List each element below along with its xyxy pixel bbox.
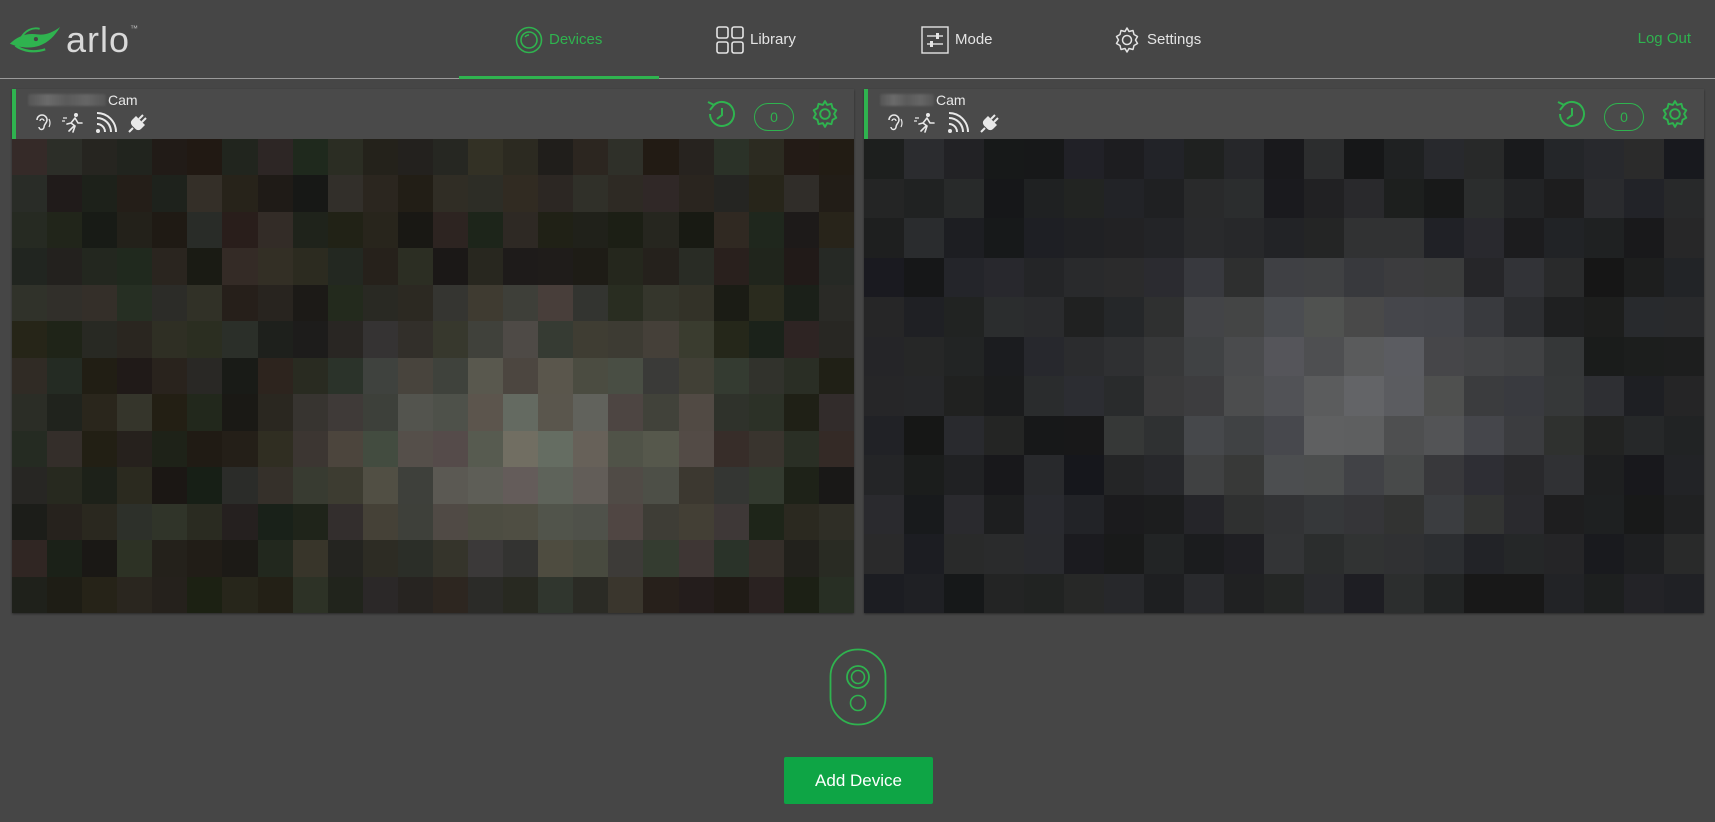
tab-settings[interactable]: Settings [1113,0,1201,79]
camera-card-header: Cam 0 [12,89,854,139]
signal-icon[interactable] [94,111,118,135]
bird-logo-icon [9,26,61,53]
camera-name: Cam [28,92,138,108]
motion-run-icon[interactable] [914,111,938,135]
tab-devices-label: Devices [549,31,603,48]
tab-mode[interactable]: Mode [921,0,993,79]
add-device-button[interactable]: Add Device [784,757,933,804]
camera-feed-pixelated[interactable] [12,139,854,613]
power-plug-icon[interactable] [126,111,150,135]
devices-icon [515,26,543,54]
history-clock-icon[interactable] [704,98,738,135]
camera-name: Cam [880,92,966,108]
history-clock-icon[interactable] [1554,98,1588,135]
clip-count-badge[interactable]: 0 [754,102,794,131]
logo-text: arlo [65,19,130,60]
library-grid-icon [716,25,744,54]
logo-trademark: ™ [130,24,138,33]
tab-library[interactable]: Library [716,0,796,79]
tab-settings-label: Settings [1147,31,1202,48]
mode-sliders-icon [921,25,949,54]
power-plug-icon[interactable] [978,111,1002,135]
gear-icon [1113,26,1141,54]
camera-feed-pixelated[interactable] [864,139,1704,613]
camera-card: Cam 0 [12,89,854,613]
redacted-name [28,94,106,106]
camera-name-suffix: Cam [108,92,138,108]
camera-settings-gear-icon[interactable] [1660,99,1690,134]
active-tab-indicator [459,76,659,79]
audio-ear-icon[interactable] [882,111,906,135]
camera-card-header: Cam 0 [864,89,1704,139]
camera-actions: 0 [1554,98,1690,135]
tab-library-label: Library [750,31,796,48]
camera-device-icon [829,648,887,726]
audio-ear-icon[interactable] [30,111,54,135]
motion-run-icon[interactable] [62,111,86,135]
camera-settings-gear-icon[interactable] [810,99,840,134]
top-navigation-bar: arlo ™ Devices Library Mode Settings Log… [0,0,1715,79]
tab-mode-label: Mode [955,31,993,48]
camera-card: Cam 0 [864,89,1704,613]
tab-devices[interactable]: Devices [515,0,602,79]
clip-count-badge[interactable]: 0 [1604,102,1644,131]
camera-status-icons [30,111,150,135]
log-out-link[interactable]: Log Out [1638,30,1691,47]
camera-name-suffix: Cam [936,92,966,108]
redacted-name [880,94,934,106]
signal-icon[interactable] [946,111,970,135]
camera-actions: 0 [704,98,840,135]
camera-status-icons [882,111,1002,135]
arlo-logo[interactable]: arlo ™ [8,18,138,62]
